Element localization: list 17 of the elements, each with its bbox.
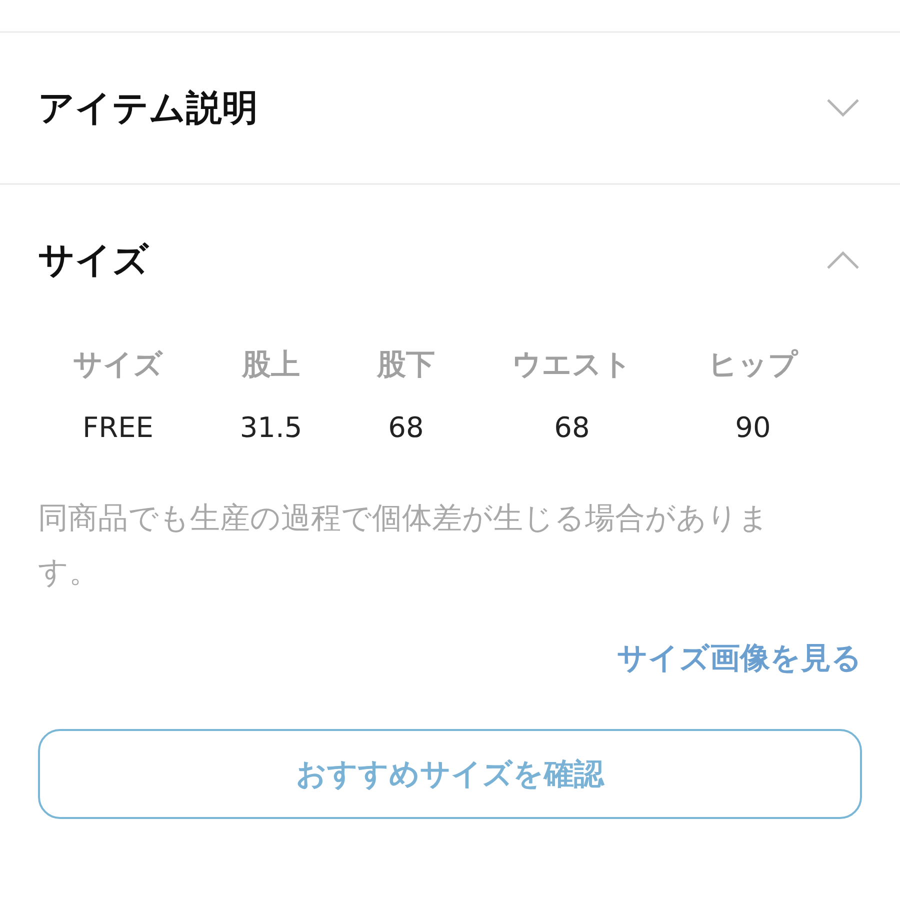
section-title: アイテム説明 <box>38 86 258 130</box>
note-text: 同商品でも生産の過程で個体差が生じる場合があります。 <box>38 500 770 592</box>
chevron-down-icon[interactable] <box>826 98 860 118</box>
recommended-size-button[interactable]: おすすめサイズを確認 <box>38 729 862 819</box>
section-title: サイズ <box>38 238 149 282</box>
column-header: 股上 <box>240 346 301 383</box>
column-header: 股下 <box>376 346 436 383</box>
size-image-link[interactable]: サイズ画像を見る <box>617 638 862 679</box>
table-cell-text: 31.5 <box>238 411 304 444</box>
table-cell-text: 68 <box>387 411 425 444</box>
table-cell-text: 90 <box>734 411 772 444</box>
column-header: ヒップ <box>707 346 800 383</box>
table-cell-text: FREE <box>82 411 154 444</box>
chevron-up-icon[interactable] <box>826 250 860 270</box>
column-header: ウエスト <box>511 346 633 383</box>
table-cell-text: 68 <box>553 411 591 444</box>
column-header: サイズ <box>72 346 164 383</box>
